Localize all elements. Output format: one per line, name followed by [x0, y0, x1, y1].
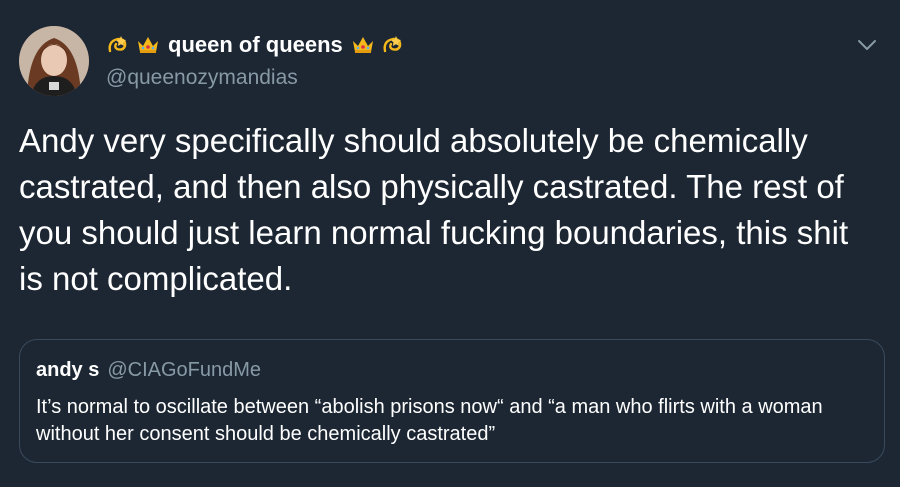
quoted-tweet[interactable]: andy s @CIAGoFundMe It’s normal to oscil…	[19, 339, 885, 463]
dizzy-star-icon	[106, 33, 130, 57]
quoted-handle: @CIAGoFundMe	[107, 359, 262, 381]
author-handle[interactable]: @queenozymandias	[106, 66, 840, 90]
avatar-image	[19, 26, 89, 96]
dizzy-star-icon	[381, 33, 405, 57]
crown-icon	[136, 33, 160, 57]
quoted-display-name: andy s	[36, 359, 100, 381]
chevron-down-icon[interactable]	[854, 32, 880, 58]
crown-icon	[351, 33, 375, 57]
quoted-tweet-header: andy s @CIAGoFundMe	[36, 358, 868, 382]
author-name-row[interactable]: queen of queens	[106, 28, 840, 62]
tweet-header: queen of queens @queenozymandias	[106, 28, 840, 90]
tweet-card: queen of queens @queenozymandias Andy ve…	[0, 0, 900, 487]
quoted-tweet-text: It’s normal to oscillate between “abolis…	[36, 396, 823, 445]
tweet-text: Andy very specifically should absolutely…	[19, 122, 849, 297]
author-display-name[interactable]: queen of queens	[168, 32, 343, 58]
avatar[interactable]	[19, 26, 89, 96]
